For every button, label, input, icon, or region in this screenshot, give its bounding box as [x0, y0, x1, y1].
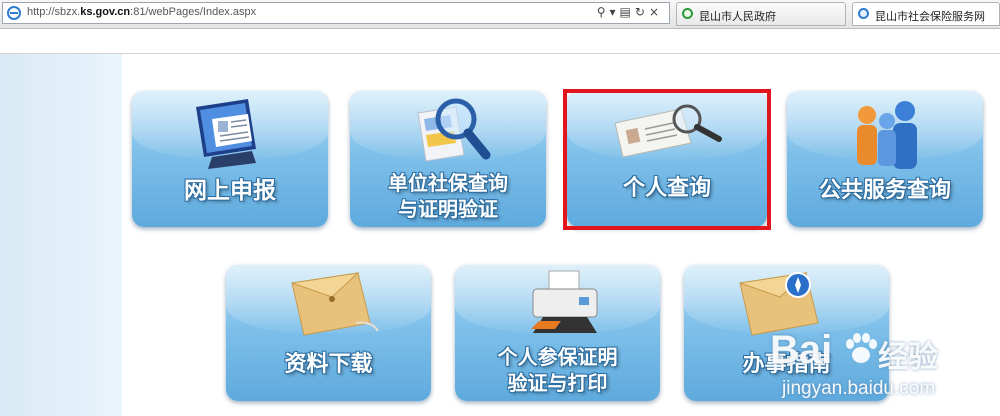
tile-certificate-print[interactable]: 个人参保证明 验证与打印: [455, 265, 660, 401]
tile-label: 资料下载: [284, 352, 373, 377]
refresh-icon[interactable]: ↻: [635, 5, 649, 19]
tile-label-line1: 单位社保查询: [388, 171, 508, 195]
tab-label: 昆山市人民政府: [699, 10, 776, 23]
computer-icon: [196, 99, 256, 169]
tab-kunshan-government[interactable]: 昆山市人民政府: [676, 2, 846, 26]
browser-toolbar: http://sbzx.ks.gov.cn:81/webPages/Index.…: [0, 0, 1000, 29]
compat-view-icon[interactable]: ▤: [620, 5, 635, 19]
site-icon: [858, 8, 869, 19]
tile-label: 办事指南: [742, 352, 831, 377]
tile-label-line1: 个人参保证明: [497, 345, 618, 369]
printer-icon: [531, 270, 598, 333]
tile-unit-query[interactable]: 单位社保查询 与证明验证: [350, 91, 546, 227]
id-card-magnifier-icon: [614, 104, 722, 158]
tile-download[interactable]: 资料下载: [226, 265, 431, 401]
search-icon[interactable]: ⚲: [597, 5, 610, 19]
address-tools: ⚲▾▤↻×: [597, 5, 663, 19]
ie-page-icon: [7, 6, 21, 20]
dropdown-icon[interactable]: ▾: [610, 5, 620, 19]
tile-label-line2: 与证明验证: [398, 197, 498, 221]
document-magnifier-icon: [417, 98, 491, 162]
tile-label: 公共服务查询: [818, 178, 951, 203]
close-icon[interactable]: ×: [649, 5, 663, 19]
left-margin: [0, 54, 122, 416]
tile-label: 网上申报: [184, 178, 276, 204]
envelope-icon: [291, 272, 379, 336]
tile-label: 个人查询: [622, 176, 711, 201]
url-text[interactable]: http://sbzx.ks.gov.cn:81/webPages/Index.…: [27, 6, 256, 18]
tab-social-insurance[interactable]: 昆山市社会保险服务网: [852, 2, 1000, 26]
people-icon: [857, 101, 917, 169]
tab-label: 昆山市社会保险服务网: [875, 10, 985, 23]
tile-personal-query[interactable]: 个人查询: [567, 91, 767, 227]
tile-label-line2: 验证与打印: [507, 371, 608, 395]
address-bar[interactable]: http://sbzx.ks.gov.cn:81/webPages/Index.…: [2, 2, 670, 24]
tile-service-guide[interactable]: 办事指南: [684, 265, 889, 401]
envelope-compass-icon: [739, 272, 819, 336]
site-icon: [682, 8, 693, 19]
tile-online-declaration[interactable]: 网上申报: [132, 91, 328, 227]
command-bar: [0, 29, 1000, 54]
tile-public-service-query[interactable]: 公共服务查询: [787, 91, 983, 227]
